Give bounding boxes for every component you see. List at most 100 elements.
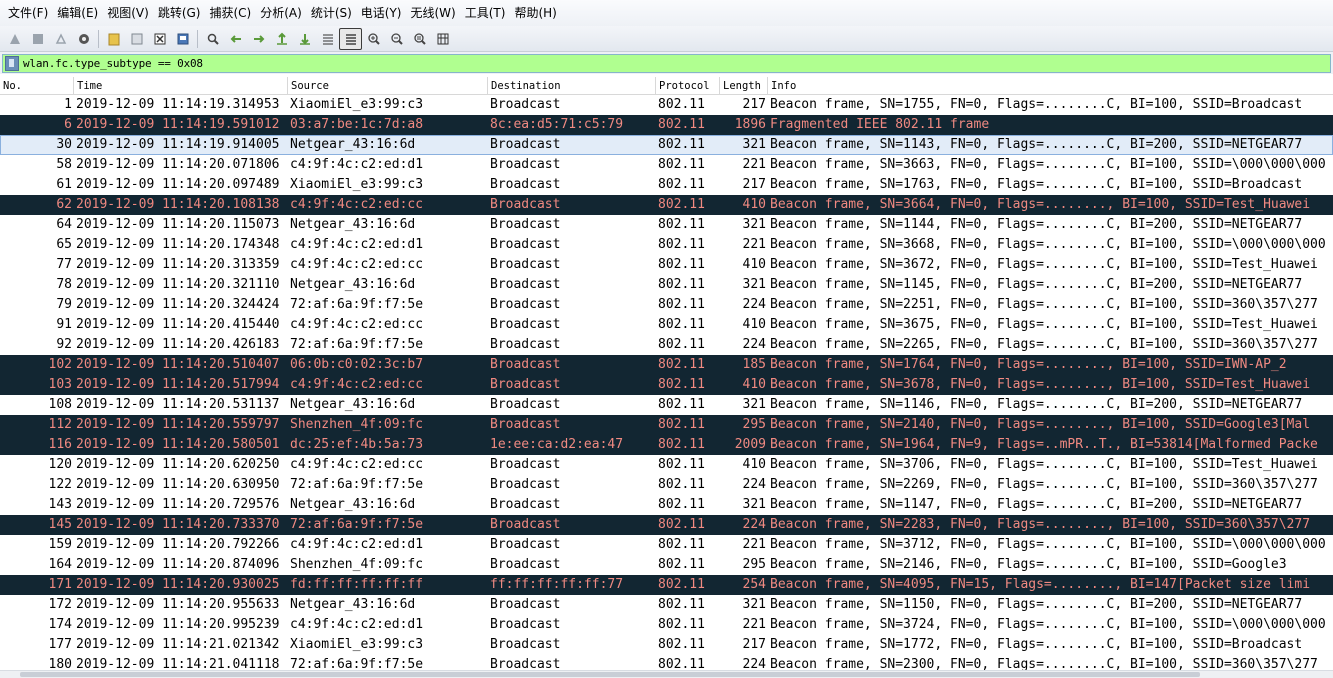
- menu-go[interactable]: 跳转(G): [154, 0, 206, 26]
- table-row[interactable]: 62 2019-12-09 11:14:20.108138 c4:9f:4c:c2:…: [0, 195, 1333, 215]
- packet-source: Netgear_43:16:6d: [290, 497, 416, 512]
- table-row[interactable]: 64 2019-12-09 11:14:20.115073 Netgear_43:1…: [0, 215, 1333, 235]
- options-gear-icon[interactable]: [72, 28, 95, 50]
- table-row[interactable]: 30 2019-12-09 11:14:19.914005 Netgear_43:1…: [0, 135, 1333, 155]
- column-header-no[interactable]: No.: [0, 77, 74, 95]
- autoscroll-icon[interactable]: [339, 27, 362, 50]
- table-row[interactable]: 120 2019-12-09 11:14:20.620250 c4:9f:4c:c2…: [0, 455, 1333, 475]
- column-header-protocol[interactable]: Protocol: [656, 77, 720, 95]
- packet-info: Beacon frame, SN=1146, FN=0, Flags=.....…: [770, 397, 1303, 412]
- table-row[interactable]: 61 2019-12-09 11:14:20.097489 XiaomiEl_e3:…: [0, 175, 1333, 195]
- menu-tools[interactable]: 工具(T): [461, 0, 511, 26]
- packet-time: 2019-12-09 11:14:20.324424: [76, 297, 280, 312]
- packet-protocol: 802.11: [658, 417, 705, 432]
- menu-help[interactable]: 帮助(H): [510, 0, 561, 26]
- packet-time: 2019-12-09 11:14:20.426183: [76, 337, 280, 352]
- table-row[interactable]: 65 2019-12-09 11:14:20.174348 c4:9f:4c:c2:…: [0, 235, 1333, 255]
- packet-protocol: 802.11: [658, 257, 705, 272]
- column-header-length[interactable]: Length: [720, 77, 768, 95]
- packet-info: Beacon frame, SN=2269, FN=0, Flags=.....…: [770, 477, 1318, 492]
- column-header-time[interactable]: Time: [74, 77, 288, 95]
- table-row[interactable]: 172 2019-12-09 11:14:20.955633 Netgear_43:…: [0, 595, 1333, 615]
- packet-destination: Broadcast: [490, 257, 561, 272]
- table-row[interactable]: 103 2019-12-09 11:14:20.517994 c4:9f:4c:c2…: [0, 375, 1333, 395]
- table-row[interactable]: 92 2019-12-09 11:14:20.426183 72:af:6a:9f:…: [0, 335, 1333, 355]
- menubar: 文件(F) 编辑(E) 视图(V) 跳转(G) 捕获(C) 分析(A) 统计(S…: [0, 0, 1333, 26]
- table-row[interactable]: 171 2019-12-09 11:14:20.930025 fd:ff:ff:ff…: [0, 575, 1333, 595]
- menu-statistics[interactable]: 统计(S): [307, 0, 357, 26]
- menu-file[interactable]: 文件(F): [4, 0, 53, 26]
- packet-destination: Broadcast: [490, 417, 561, 432]
- packet-no: 143: [48, 497, 72, 512]
- open-folder-icon[interactable]: [102, 28, 125, 50]
- packet-protocol: 802.11: [658, 97, 705, 112]
- packet-info: Beacon frame, SN=1150, FN=0, Flags=.....…: [770, 597, 1303, 612]
- packet-no: 177: [48, 637, 72, 652]
- back-arrow-icon[interactable]: [224, 28, 247, 50]
- table-row[interactable]: 108 2019-12-09 11:14:20.531137 Netgear_43:…: [0, 395, 1333, 415]
- table-row[interactable]: 91 2019-12-09 11:14:20.415440 c4:9f:4c:c2:…: [0, 315, 1333, 335]
- display-filter-text[interactable]: wlan.fc.type_subtype == 0x08: [23, 57, 203, 70]
- restart-icon[interactable]: [49, 28, 72, 50]
- menu-telephony[interactable]: 电话(Y): [357, 0, 407, 26]
- packet-source: 03:a7:be:1c:7d:a8: [290, 117, 424, 132]
- packet-length: 410: [742, 317, 766, 332]
- shark-fin-start-icon[interactable]: [3, 28, 26, 50]
- column-header-info[interactable]: Info: [768, 77, 1333, 95]
- go-to-packet-icon[interactable]: [270, 28, 293, 50]
- menu-analyze[interactable]: 分析(A): [256, 0, 307, 26]
- table-row[interactable]: 145 2019-12-09 11:14:20.733370 72:af:6a:9f…: [0, 515, 1333, 535]
- display-filter-input[interactable]: wlan.fc.type_subtype == 0x08: [2, 54, 1331, 73]
- menu-capture[interactable]: 捕获(C): [205, 0, 256, 26]
- packet-destination: Broadcast: [490, 537, 561, 552]
- zoom-out-icon[interactable]: [385, 28, 408, 50]
- last-packet-icon[interactable]: [316, 28, 339, 50]
- find-icon[interactable]: [201, 28, 224, 50]
- table-row[interactable]: 78 2019-12-09 11:14:20.321110 Netgear_43:1…: [0, 275, 1333, 295]
- table-row[interactable]: 77 2019-12-09 11:14:20.313359 c4:9f:4c:c2:…: [0, 255, 1333, 275]
- packet-info: Beacon frame, SN=1755, FN=0, Flags=.....…: [770, 97, 1303, 112]
- normal-size-icon[interactable]: [408, 28, 431, 50]
- column-header-destination[interactable]: Destination: [488, 77, 656, 95]
- packet-no: 112: [48, 417, 72, 432]
- packet-length: 321: [742, 277, 766, 292]
- table-row[interactable]: 1 2019-12-09 11:14:19.314953 XiaomiEl_e3:9…: [0, 95, 1333, 115]
- packet-time: 2019-12-09 11:14:20.580501: [76, 437, 280, 452]
- menu-wireless[interactable]: 无线(W): [407, 0, 461, 26]
- table-row[interactable]: 102 2019-12-09 11:14:20.510407 06:0b:c0:02…: [0, 355, 1333, 375]
- resize-columns-icon[interactable]: [431, 28, 454, 50]
- table-row[interactable]: 79 2019-12-09 11:14:20.324424 72:af:6a:9f:…: [0, 295, 1333, 315]
- horizontal-scrollbar[interactable]: [0, 670, 1333, 678]
- table-row[interactable]: 116 2019-12-09 11:14:20.580501 dc:25:ef:4b…: [0, 435, 1333, 455]
- first-packet-icon[interactable]: [293, 28, 316, 50]
- menu-edit[interactable]: 编辑(E): [53, 0, 103, 26]
- table-row[interactable]: 58 2019-12-09 11:14:20.071806 c4:9f:4c:c2:…: [0, 155, 1333, 175]
- forward-arrow-icon[interactable]: [247, 28, 270, 50]
- table-row[interactable]: 143 2019-12-09 11:14:20.729576 Netgear_43:…: [0, 495, 1333, 515]
- table-row[interactable]: 6 2019-12-09 11:14:19.591012 03:a7:be:1c:7…: [0, 115, 1333, 135]
- filter-bookmark-icon[interactable]: [5, 56, 19, 71]
- menu-view[interactable]: 视图(V): [103, 0, 154, 26]
- packet-no: 172: [48, 597, 72, 612]
- packet-protocol: 802.11: [658, 317, 705, 332]
- table-row[interactable]: 112 2019-12-09 11:14:20.559797 Shenzhen_4f…: [0, 415, 1333, 435]
- table-row[interactable]: 177 2019-12-09 11:14:21.021342 XiaomiEl_e3…: [0, 635, 1333, 655]
- stop-icon[interactable]: [26, 28, 49, 50]
- close-file-icon[interactable]: [148, 28, 171, 50]
- packet-destination: Broadcast: [490, 497, 561, 512]
- horizontal-scrollbar-thumb[interactable]: [20, 672, 1200, 677]
- packet-no: 145: [48, 517, 72, 532]
- column-header-source[interactable]: Source: [288, 77, 488, 95]
- packet-protocol: 802.11: [658, 517, 705, 532]
- table-row[interactable]: 164 2019-12-09 11:14:20.874096 Shenzhen_4f…: [0, 555, 1333, 575]
- save-file-icon[interactable]: [125, 28, 148, 50]
- table-row[interactable]: 159 2019-12-09 11:14:20.792266 c4:9f:4c:c2…: [0, 535, 1333, 555]
- table-row[interactable]: 180 2019-12-09 11:14:21.041118 72:af:6a:9f…: [0, 655, 1333, 670]
- reload-icon[interactable]: [171, 28, 194, 50]
- zoom-in-icon[interactable]: [362, 28, 385, 50]
- table-row[interactable]: 122 2019-12-09 11:14:20.630950 72:af:6a:9f…: [0, 475, 1333, 495]
- packet-source: Netgear_43:16:6d: [290, 137, 416, 152]
- table-row[interactable]: 174 2019-12-09 11:14:20.995239 c4:9f:4c:c2…: [0, 615, 1333, 635]
- packet-time: 2019-12-09 11:14:20.630950: [76, 477, 280, 492]
- packet-source: c4:9f:4c:c2:ed:d1: [290, 617, 424, 632]
